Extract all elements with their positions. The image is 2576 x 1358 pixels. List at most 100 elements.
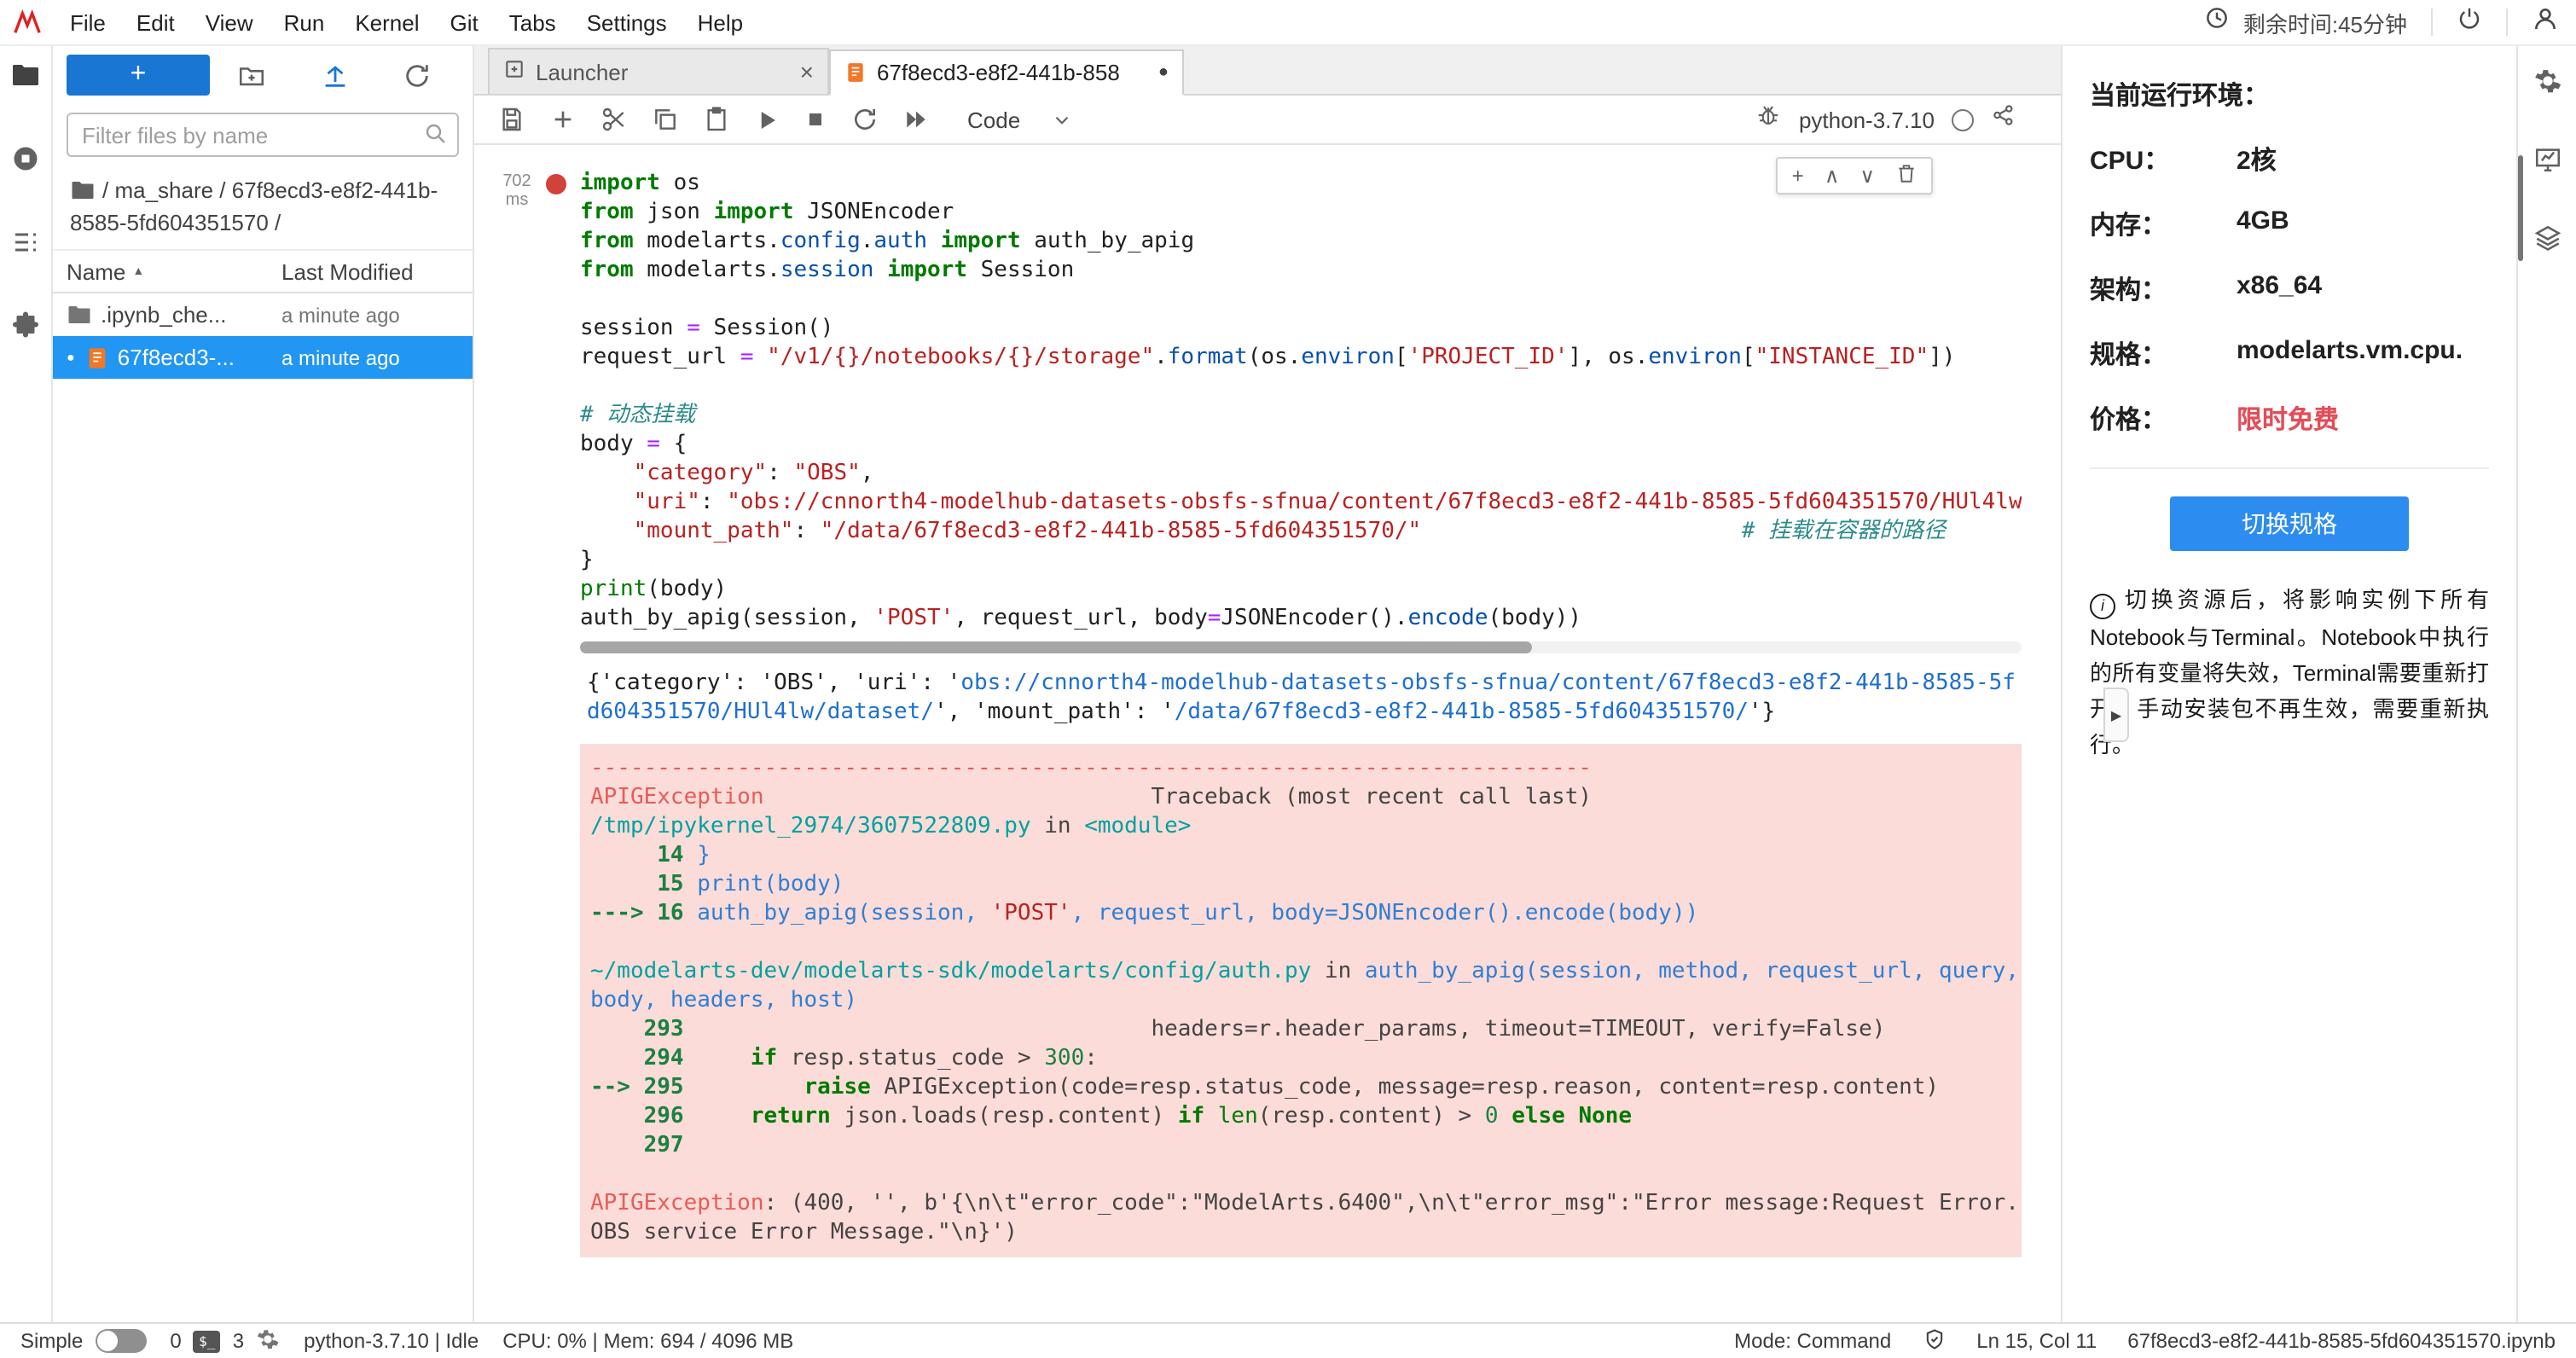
file-browser-panel: + / ma_share / 67f8ecd3-e8f2-441b-8585-5… <box>53 46 474 1322</box>
close-tab-icon[interactable]: × <box>800 58 814 85</box>
tab-bar: Launcher × 67f8ecd3-e8f2-441b-858 ● <box>474 46 2061 96</box>
remaining-time-label: 剩余时间:45分钟 <box>2243 6 2407 38</box>
chevron-down-icon <box>1051 108 1073 131</box>
code-line <box>590 928 2011 957</box>
file-row-selected[interactable]: ● 67f8ecd3-... a minute ago <box>53 336 473 379</box>
running-kernels-tab-icon[interactable] <box>10 143 41 183</box>
main-dock-panel: Launcher × 67f8ecd3-e8f2-441b-858 ● <box>474 46 2061 1322</box>
instance-settings-gear-icon[interactable] <box>2532 67 2561 104</box>
code-line: from modelarts.session import Session <box>580 256 2022 285</box>
menu-item-edit[interactable]: Edit <box>121 9 190 35</box>
code-line <box>580 372 2022 401</box>
table-of-contents-tab-icon[interactable] <box>10 227 41 266</box>
file-row[interactable]: .ipynb_che... a minute ago <box>53 293 473 336</box>
tab-notebook[interactable]: 67f8ecd3-e8f2-441b-858 ● <box>829 49 1184 96</box>
running-sessions-indicator[interactable]: 0 $_ 3 <box>170 1326 280 1355</box>
unsaved-changes-dot-icon[interactable]: ● <box>1158 63 1169 82</box>
scrollbar-thumb[interactable] <box>580 641 1531 653</box>
code-line: session = Session() <box>580 314 2022 343</box>
menu-item-help[interactable]: Help <box>682 9 759 35</box>
extensions-tab-icon[interactable] <box>10 310 41 350</box>
cell-type-select[interactable]: Code <box>967 107 1073 132</box>
copy-cells-button[interactable] <box>652 106 679 133</box>
menu-item-run[interactable]: Run <box>269 9 340 35</box>
menu-item-settings[interactable]: Settings <box>571 9 682 35</box>
insert-cell-button[interactable] <box>549 106 577 133</box>
divider <box>2506 9 2508 36</box>
new-folder-button[interactable] <box>210 61 293 90</box>
right-activity-bar <box>2516 46 2576 1322</box>
stdout-output: {'category': 'OBS', 'uri': 'obs://cnnort… <box>580 669 2022 727</box>
restart-and-run-all-button[interactable] <box>902 106 930 133</box>
refresh-button[interactable] <box>376 61 459 90</box>
monitor-panel-icon[interactable] <box>2532 145 2561 183</box>
breadcrumb[interactable]: / ma_share / 67f8ecd3-e8f2-441b-8585-5fd… <box>53 167 473 249</box>
collapse-right-panel-icon[interactable]: ▶ <box>2103 688 2129 742</box>
code-line: request_url = "/v1/{}/notebooks/{}/stora… <box>580 343 2022 372</box>
new-launcher-button[interactable]: + <box>67 55 210 96</box>
code-horizontal-scrollbar[interactable] <box>580 641 2022 653</box>
filter-files-input[interactable] <box>67 113 459 157</box>
cell-body: + ∧ ∨ import osfrom json import JSONEnco… <box>580 169 2022 1257</box>
paste-cells-button[interactable] <box>703 106 730 133</box>
menu-item-tabs[interactable]: Tabs <box>494 9 571 35</box>
notebook-file-icon <box>844 61 867 84</box>
code-line: ---> 16 auth_by_apig(session, 'POST', re… <box>590 899 2011 928</box>
code-line: --> 295 raise APIGException(code=resp.st… <box>590 1073 2011 1102</box>
code-line: auth_by_apig(session, 'POST', request_ur… <box>580 604 2022 633</box>
simple-mode-toggle[interactable] <box>95 1329 146 1353</box>
tab-launcher[interactable]: Launcher × <box>488 48 829 94</box>
code-editor[interactable]: import osfrom json import JSONEncoderfro… <box>580 169 2022 633</box>
move-cell-down-icon[interactable]: ∨ <box>1859 164 1875 188</box>
filter-files-field <box>67 113 459 157</box>
code-line: print(body) <box>580 575 2022 604</box>
sort-asc-icon: ▲ <box>132 265 144 277</box>
save-button[interactable] <box>498 106 525 133</box>
share-icon[interactable] <box>1991 102 2016 136</box>
run-cell-button[interactable] <box>754 107 780 132</box>
cursor-position-indicator[interactable]: Ln 15, Col 11 <box>1976 1329 2097 1353</box>
notebook-content: 702 ms + ∧ ∨ <box>474 145 2061 1322</box>
power-icon[interactable] <box>2457 5 2482 39</box>
menu-item-view[interactable]: View <box>190 9 269 35</box>
error-traceback-output: ----------------------------------------… <box>580 744 2022 1257</box>
switch-flavor-button[interactable]: 切换规格 <box>2170 496 2409 551</box>
switch-flavor-note: i切换资源后，将影响实例下所有Notebook与Terminal。Noteboo… <box>2090 582 2489 763</box>
code-cell: 702 ms + ∧ ∨ <box>474 169 2061 1257</box>
menu-item-git[interactable]: Git <box>435 9 494 35</box>
command-mode-indicator: Mode: Command <box>1734 1329 1891 1353</box>
code-line: 297 <box>590 1131 2011 1160</box>
code-line: body = { <box>580 430 2022 459</box>
delete-cell-icon[interactable] <box>1895 162 1917 189</box>
cut-cells-button[interactable] <box>600 106 628 133</box>
code-line: OBS service Error Message."\n}') <box>590 1218 2011 1247</box>
user-icon[interactable] <box>2532 4 2559 40</box>
right-scrollbar-thumb[interactable] <box>2518 155 2523 261</box>
file-modified: a minute ago <box>281 303 459 327</box>
code-line: ~/modelarts-dev/modelarts-sdk/modelarts/… <box>590 957 2011 986</box>
code-line: APIGException: (400, '', b'{\n\t"error_c… <box>590 1189 2011 1218</box>
column-header-modified[interactable]: Last Modified <box>281 258 459 284</box>
menu-item-kernel[interactable]: Kernel <box>339 9 434 35</box>
code-line: "category": "OBS", <box>580 459 2022 488</box>
breadcrumb-path[interactable]: / ma_share / 67f8ecd3-e8f2-441b-8585-5fd… <box>70 177 438 235</box>
env-row-price: 价格： 限时免费 <box>2090 401 2489 437</box>
simple-mode-label: Simple <box>20 1329 83 1353</box>
column-header-name[interactable]: Name ▲ <box>67 258 281 284</box>
cell-type-value: Code <box>967 107 1020 132</box>
layers-panel-icon[interactable] <box>2532 223 2561 261</box>
kernel-name-button[interactable]: python-3.7.10 <box>1799 107 1935 132</box>
code-line: {'category': 'OBS', 'uri': 'obs://cnnort… <box>587 669 2022 698</box>
menu-item-file[interactable]: File <box>55 9 121 35</box>
kernel-status-indicator[interactable]: python-3.7.10 | Idle <box>304 1329 479 1353</box>
move-cell-up-icon[interactable]: ∧ <box>1825 164 1840 188</box>
upload-button[interactable] <box>293 61 375 90</box>
file-browser-tab-icon[interactable] <box>10 60 41 99</box>
interrupt-kernel-button[interactable] <box>804 107 827 131</box>
open-file-dot-icon: ● <box>67 350 75 365</box>
add-cell-icon[interactable]: + <box>1792 164 1804 188</box>
restart-k ernel-button[interactable] <box>851 106 879 133</box>
debugger-bug-icon[interactable] <box>1756 102 1782 136</box>
search-icon <box>423 121 449 152</box>
error-status-dot-icon <box>546 174 566 194</box>
